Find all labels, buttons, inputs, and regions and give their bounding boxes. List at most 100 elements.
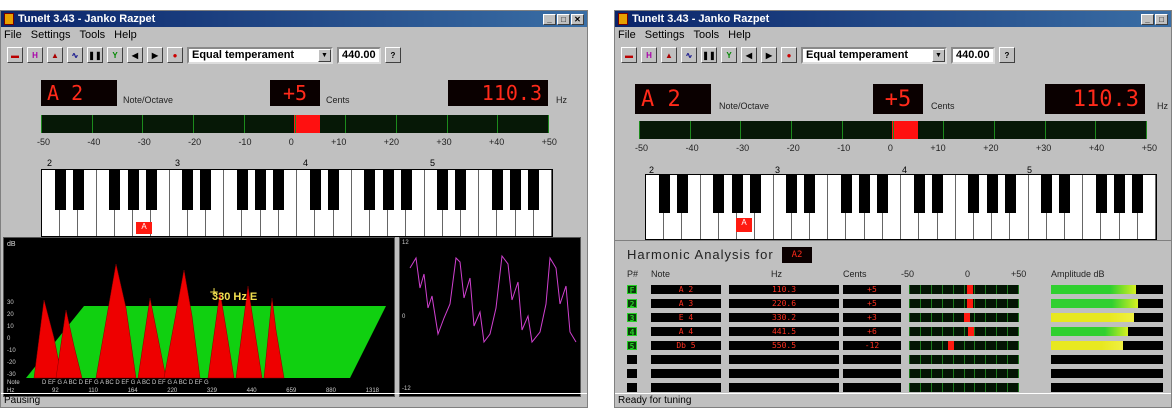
black-key[interactable] bbox=[455, 170, 466, 210]
menu-help[interactable]: Help bbox=[114, 29, 137, 41]
next-button[interactable]: ▶ bbox=[147, 47, 163, 63]
black-key[interactable] bbox=[732, 175, 743, 214]
black-key[interactable] bbox=[237, 170, 248, 210]
black-key[interactable] bbox=[528, 170, 539, 210]
meter-tick bbox=[985, 369, 986, 378]
black-key[interactable] bbox=[328, 170, 339, 210]
reference-frequency-field[interactable]: 440.00 bbox=[951, 46, 995, 64]
black-key[interactable] bbox=[128, 170, 139, 210]
menu-tools[interactable]: Tools bbox=[79, 29, 105, 41]
menu-file[interactable]: File bbox=[618, 29, 636, 41]
status-bar: Ready for tuning bbox=[615, 393, 1171, 407]
help-button[interactable]: ? bbox=[999, 47, 1015, 63]
black-key[interactable] bbox=[55, 170, 66, 210]
harmonic-button[interactable]: H bbox=[641, 47, 657, 63]
minimize-button[interactable]: _ bbox=[543, 13, 556, 25]
pause-button[interactable]: ❚❚ bbox=[87, 47, 103, 63]
app-icon bbox=[4, 13, 14, 25]
black-key[interactable] bbox=[859, 175, 870, 214]
tuner-view-button[interactable]: ▬ bbox=[621, 47, 637, 63]
black-key[interactable] bbox=[109, 170, 120, 210]
black-key[interactable] bbox=[437, 170, 448, 210]
minimize-button[interactable]: _ bbox=[1141, 13, 1154, 25]
black-key[interactable] bbox=[659, 175, 670, 214]
menu-tools[interactable]: Tools bbox=[693, 29, 719, 41]
fork-button[interactable]: Y bbox=[107, 47, 123, 63]
cents-display: +5 bbox=[873, 84, 923, 114]
col-header: -50 bbox=[901, 269, 915, 279]
black-key[interactable] bbox=[677, 175, 688, 214]
black-key[interactable] bbox=[932, 175, 943, 214]
meter-tick bbox=[996, 285, 997, 294]
black-key[interactable] bbox=[1132, 175, 1143, 214]
black-key[interactable] bbox=[510, 170, 521, 210]
black-key[interactable] bbox=[914, 175, 925, 214]
menu-file[interactable]: File bbox=[4, 29, 22, 41]
harmonic-button[interactable]: H bbox=[27, 47, 43, 63]
record-button[interactable]: ● bbox=[781, 47, 797, 63]
black-key[interactable] bbox=[877, 175, 888, 214]
maximize-button[interactable]: □ bbox=[1155, 13, 1168, 25]
black-key[interactable] bbox=[1005, 175, 1016, 214]
chevron-down-icon[interactable]: ▼ bbox=[318, 48, 331, 62]
help-button[interactable]: ? bbox=[385, 47, 401, 63]
prev-button[interactable]: ◀ bbox=[127, 47, 143, 63]
menu-settings[interactable]: Settings bbox=[31, 29, 71, 41]
menu-settings[interactable]: Settings bbox=[645, 29, 685, 41]
black-key[interactable] bbox=[713, 175, 724, 214]
spectrum-button[interactable]: ▲ bbox=[47, 47, 63, 63]
fork-button[interactable]: Y bbox=[721, 47, 737, 63]
meter-tick bbox=[996, 355, 997, 364]
black-key[interactable] bbox=[1114, 175, 1125, 214]
close-button[interactable]: ✕ bbox=[571, 13, 584, 25]
meter-tick bbox=[996, 299, 997, 308]
black-key[interactable] bbox=[987, 175, 998, 214]
black-key[interactable] bbox=[200, 170, 211, 210]
black-key[interactable] bbox=[255, 170, 266, 210]
black-key[interactable] bbox=[1041, 175, 1052, 214]
black-key[interactable] bbox=[1059, 175, 1070, 214]
reference-frequency-field[interactable]: 440.00 bbox=[337, 46, 381, 64]
tuner-view-button[interactable]: ▬ bbox=[7, 47, 23, 63]
spectrum-button[interactable]: ▲ bbox=[661, 47, 677, 63]
next-button[interactable]: ▶ bbox=[761, 47, 777, 63]
wave-button[interactable]: ∿ bbox=[681, 47, 697, 63]
prev-button[interactable]: ◀ bbox=[741, 47, 757, 63]
menu-help[interactable]: Help bbox=[728, 29, 751, 41]
black-key[interactable] bbox=[364, 170, 375, 210]
black-key[interactable] bbox=[492, 170, 503, 210]
temperament-select[interactable]: Equal temperament ▼ bbox=[187, 46, 333, 64]
chevron-down-icon[interactable]: ▼ bbox=[932, 48, 945, 62]
note-cell bbox=[651, 369, 721, 378]
black-key[interactable] bbox=[804, 175, 815, 214]
meter-tick bbox=[974, 355, 975, 364]
cents-cell: -12 bbox=[843, 341, 901, 350]
black-key[interactable] bbox=[841, 175, 852, 214]
black-key[interactable] bbox=[182, 170, 193, 210]
meter-tick bbox=[1018, 369, 1019, 378]
meter-tick bbox=[1007, 313, 1008, 322]
black-key[interactable] bbox=[146, 170, 157, 210]
black-key[interactable] bbox=[273, 170, 284, 210]
meter-tick bbox=[985, 285, 986, 294]
record-button[interactable]: ● bbox=[167, 47, 183, 63]
black-key[interactable] bbox=[786, 175, 797, 214]
meter-tick bbox=[1007, 285, 1008, 294]
meter-tick bbox=[740, 121, 741, 139]
meter-tick bbox=[996, 369, 997, 378]
cents-bar bbox=[909, 341, 1019, 350]
pause-button[interactable]: ❚❚ bbox=[701, 47, 717, 63]
black-key[interactable] bbox=[750, 175, 761, 214]
black-key[interactable] bbox=[968, 175, 979, 214]
black-key[interactable] bbox=[1096, 175, 1107, 214]
temperament-select[interactable]: Equal temperament ▼ bbox=[801, 46, 947, 64]
maximize-button[interactable]: □ bbox=[557, 13, 570, 25]
wave-button[interactable]: ∿ bbox=[67, 47, 83, 63]
cents-scale: -50 -40 -30 -20 -10 0 +10 +20 +30 +40 +50 bbox=[635, 143, 1157, 153]
meter-tick bbox=[639, 121, 640, 139]
partial-number: 3 bbox=[627, 313, 637, 323]
black-key[interactable] bbox=[401, 170, 412, 210]
black-key[interactable] bbox=[310, 170, 321, 210]
black-key[interactable] bbox=[73, 170, 84, 210]
black-key[interactable] bbox=[383, 170, 394, 210]
